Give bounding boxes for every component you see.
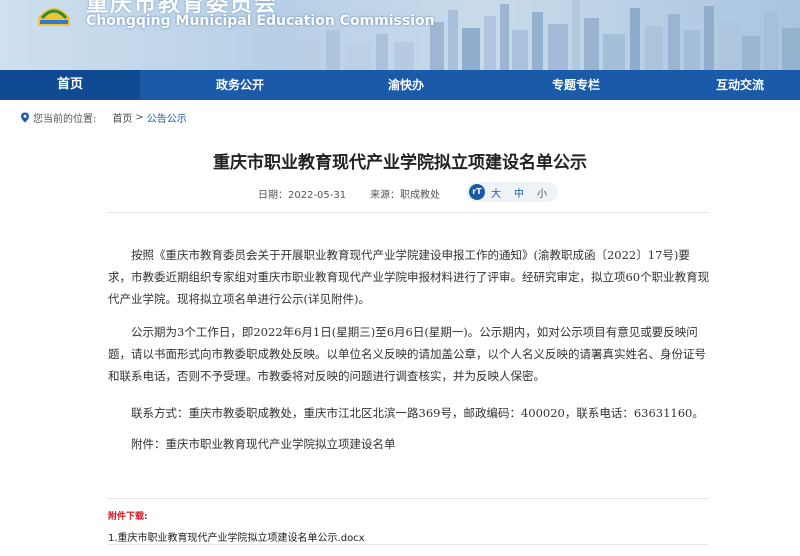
breadcrumb: 您当前的位置: 首页 > 公告公示 [20, 110, 187, 125]
font-size-icon: rT [469, 184, 485, 200]
attachment-file-link[interactable]: 1.重庆市职业教育现代产业学院拟立项建设名单公示.docx [108, 529, 365, 544]
article-paragraph: 联系方式：重庆市教委职成教处，重庆市江北区北滨一路369号，邮政编码：40002… [131, 406, 704, 420]
emblem-logo [38, 8, 70, 26]
breadcrumb-current-link[interactable]: 公告公示 [147, 110, 187, 125]
nav-item-home[interactable]: 首页 [0, 70, 140, 100]
article-title: 重庆市职业教育现代产业学院拟立项建设名单公示 [213, 153, 587, 173]
breadcrumb-prefix: 您当前的位置: [33, 114, 97, 125]
article-source: 来源：职成教处 [370, 190, 440, 201]
nav-item-special-topics[interactable]: 专题专栏 [472, 70, 680, 100]
nav-item-yukuaiban[interactable]: 渝快办 [340, 70, 472, 100]
font-size-small-button[interactable]: 小 [537, 185, 547, 200]
attachment-divider [108, 498, 708, 499]
article-paragraph: 公示期为3个工作日，即2022年6月1日(星期三)至6月6日(星期一)。公示期内… [108, 325, 706, 383]
font-size-medium-button[interactable]: 中 [514, 185, 524, 200]
font-size-switcher: rT 大 中 小 [466, 182, 558, 202]
nav-item-interaction[interactable]: 互动交流 [680, 70, 800, 100]
article-date: 日期：2022-05-31 [258, 190, 347, 201]
attachment-label: 附件下载: [108, 512, 148, 522]
location-pin-icon [21, 112, 29, 123]
site-title-en: Chongqing Municipal Education Commission [86, 13, 435, 29]
meta-divider [108, 212, 708, 213]
breadcrumb-separator: > [135, 112, 144, 123]
header-banner: 重庆市教育委员会 Chongqing Municipal Education C… [0, 0, 800, 70]
article-paragraph: 附件：重庆市职业教育现代产业学院拟立项建设名单 [131, 437, 396, 451]
font-size-large-button[interactable]: 大 [491, 185, 501, 200]
main-nav: 首页 政务公开 渝快办 专题专栏 互动交流 [0, 70, 800, 100]
article-paragraph: 按照《重庆市教育委员会关于开展职业教育现代产业学院建设申报工作的通知》(渝教职成… [108, 248, 710, 306]
breadcrumb-home-link[interactable]: 首页 [112, 110, 132, 125]
article-meta: 日期：2022-05-31 来源：职成教处 rT 大 中 小 [0, 182, 800, 202]
nav-item-government-affairs[interactable]: 政务公开 [140, 70, 340, 100]
attachment-bottom-divider [108, 544, 708, 545]
